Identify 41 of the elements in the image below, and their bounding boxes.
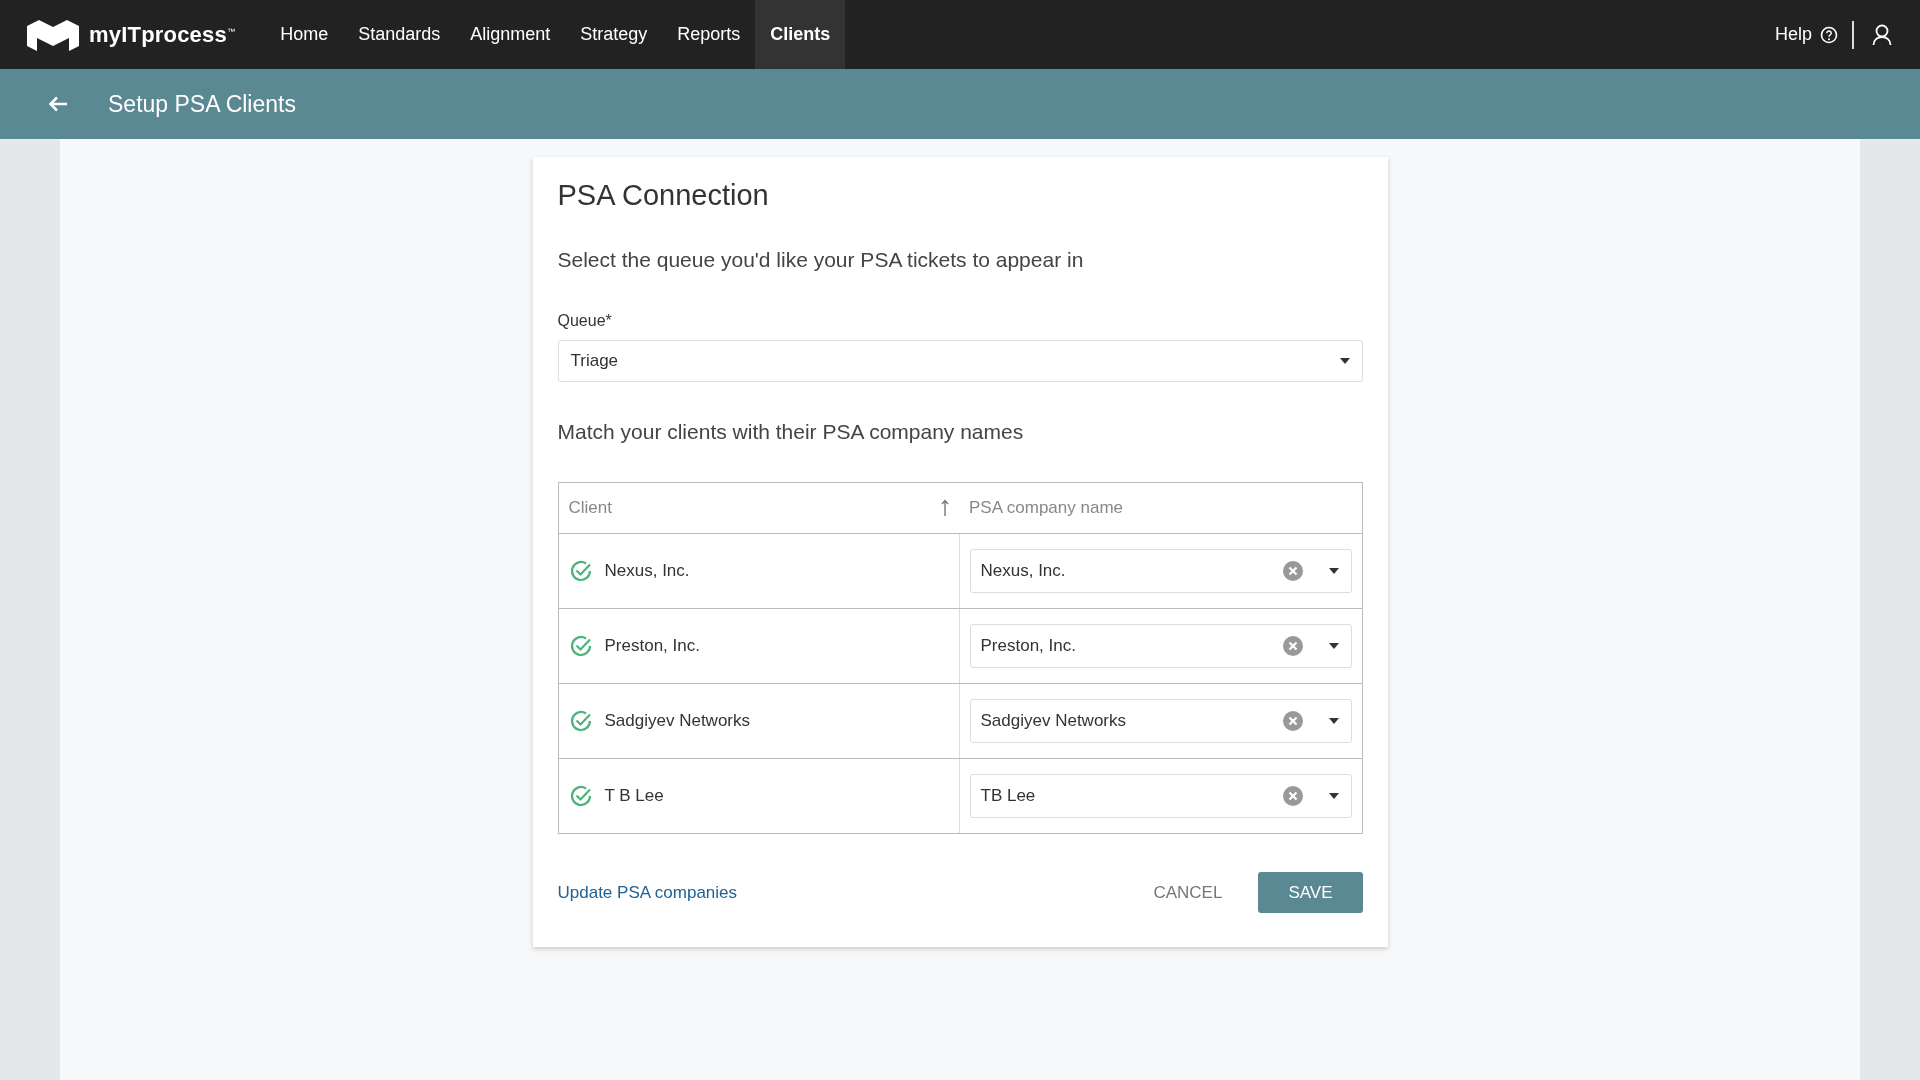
caret-icon[interactable] xyxy=(1328,643,1339,649)
logo-text: myITprocess$^{™}$ xyxy=(89,21,236,48)
nav-tab[interactable]: Standards xyxy=(343,0,456,69)
caret-icon[interactable] xyxy=(1328,568,1339,574)
queue-select[interactable]: Triage xyxy=(557,340,1363,382)
nav-tab[interactable]: Home xyxy=(265,0,344,69)
cancel-button[interactable]: CANCEL xyxy=(1147,881,1229,904)
update-psa-link[interactable]: Update PSA companies xyxy=(557,882,738,903)
save-button[interactable]: SAVE xyxy=(1258,872,1363,913)
column-header[interactable]: Client xyxy=(568,498,941,518)
clear-icon[interactable] xyxy=(1282,786,1303,806)
sort-arrow-icon[interactable] xyxy=(941,499,949,517)
clear-icon[interactable] xyxy=(1282,561,1303,581)
caret-icon xyxy=(1339,358,1350,364)
nav-tab[interactable]: Clients xyxy=(755,0,846,69)
caret-icon[interactable] xyxy=(1328,718,1339,724)
nav-tab[interactable]: Strategy xyxy=(565,0,663,69)
queue-prompt: Select the queue you'd like your PSA tickets to appear in xyxy=(557,248,1085,272)
psa-company-select[interactable]: Sadgiyev Networks xyxy=(969,699,1352,743)
client-name: Nexus, Inc. xyxy=(604,561,690,581)
back-arrow-icon[interactable] xyxy=(48,96,68,112)
caret-icon[interactable] xyxy=(1328,793,1339,799)
psa-company-select[interactable]: TB Lee xyxy=(969,774,1352,818)
page-title: Setup PSA Clients xyxy=(108,90,296,118)
clear-icon[interactable] xyxy=(1282,711,1303,731)
psa-company-select[interactable]: Nexus, Inc. xyxy=(969,549,1352,593)
card-title: PSA Connection xyxy=(557,179,770,212)
column-header[interactable]: PSA company name xyxy=(969,498,1352,518)
user-icon[interactable] xyxy=(1872,23,1892,46)
help-link[interactable]: Help xyxy=(1774,24,1812,45)
client-name: Preston, Inc. xyxy=(604,636,700,656)
queue-label: Queue* xyxy=(557,312,613,330)
client-name: T B Lee xyxy=(604,786,664,806)
client-name: Sadgiyev Networks xyxy=(604,711,750,731)
logo-icon xyxy=(25,17,81,52)
match-prompt: Match your clients with their PSA company names xyxy=(557,420,1025,444)
nav-tab[interactable]: Reports xyxy=(662,0,756,69)
nav-tab[interactable]: Alignment xyxy=(455,0,566,69)
help-icon[interactable] xyxy=(1820,25,1838,44)
clear-icon[interactable] xyxy=(1282,636,1303,656)
psa-company-select[interactable]: Preston, Inc. xyxy=(969,624,1352,668)
